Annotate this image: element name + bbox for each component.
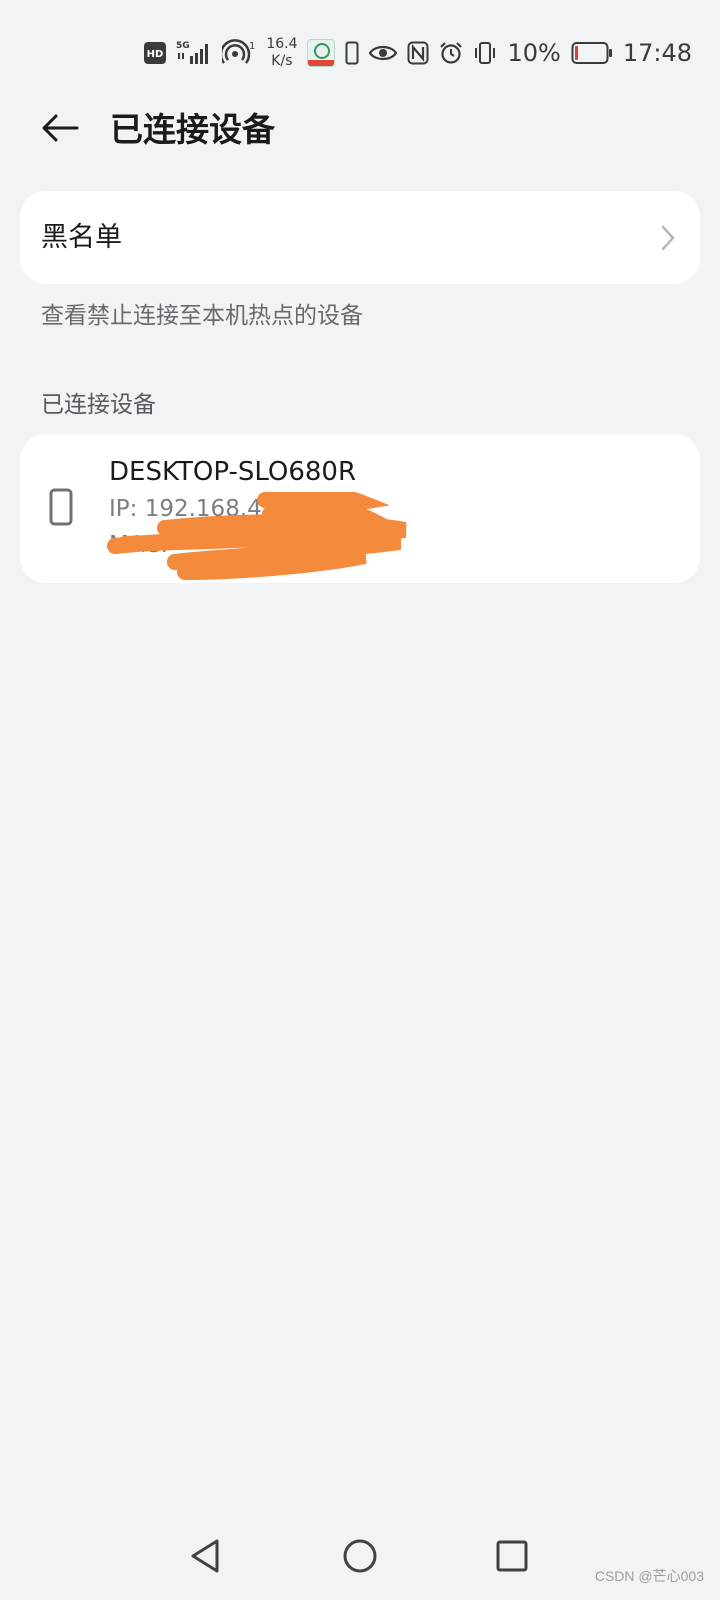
network-speed: 16.4 K/s	[266, 36, 297, 70]
blacklist-hint: 查看禁止连接至本机热点的设备	[41, 303, 363, 329]
battery-icon	[571, 38, 613, 68]
page-title: 已连接设备	[110, 110, 275, 149]
hd-icon: HD	[144, 38, 167, 68]
device-name: DESKTOP-SLO680R	[109, 457, 357, 487]
carrier-app-icon	[307, 38, 336, 68]
chevron-right-icon	[658, 224, 678, 252]
vibrate-icon	[473, 38, 497, 68]
device-list-item[interactable]: DESKTOP-SLO680R IP: 192.168.4 MAC:	[20, 434, 700, 583]
hotspot-icon: 1	[222, 38, 256, 68]
phone-icon	[345, 38, 359, 68]
back-triangle-icon	[188, 1537, 222, 1579]
nav-home-button[interactable]	[330, 1526, 390, 1590]
nav-recents-button[interactable]	[482, 1526, 542, 1590]
alarm-icon	[439, 38, 463, 68]
device-phone-icon	[48, 487, 74, 527]
clock: 17:48	[622, 39, 692, 67]
svg-text:1: 1	[249, 41, 255, 52]
back-button[interactable]	[36, 106, 84, 154]
redaction-scribble	[105, 488, 425, 582]
blacklist-label: 黑名单	[41, 222, 122, 253]
svg-text:HD: HD	[147, 49, 164, 60]
eye-icon	[369, 38, 398, 68]
nfc-icon	[407, 38, 429, 68]
blacklist-item[interactable]: 黑名单	[20, 191, 700, 284]
status-bar: HD 5G 1 16.4 K/s 10% 17:48	[144, 28, 692, 78]
network-speed-unit: K/s	[271, 53, 293, 69]
5g-signal-icon: 5G	[176, 38, 212, 68]
network-speed-value: 16.4	[266, 36, 298, 52]
home-circle-icon	[341, 1537, 379, 1579]
connected-devices-section-title: 已连接设备	[41, 392, 156, 418]
app-header: 已连接设备	[0, 100, 720, 160]
back-arrow-icon	[41, 113, 79, 147]
svg-text:5G: 5G	[176, 41, 190, 51]
recents-square-icon	[495, 1539, 529, 1577]
battery-percent: 10%	[507, 39, 561, 67]
nav-back-button[interactable]	[175, 1526, 235, 1590]
watermark: CSDN @芒心003	[594, 1568, 704, 1584]
